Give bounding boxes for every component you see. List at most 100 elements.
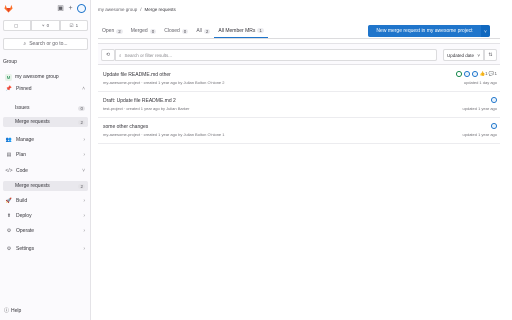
plan-icon: ▤: [6, 152, 12, 158]
search-icon: ⌕: [23, 41, 27, 47]
user-avatar[interactable]: [77, 4, 86, 13]
group-name: my awesome group: [15, 74, 59, 80]
chevron-right-icon: ›: [83, 137, 85, 143]
gitlab-logo-icon[interactable]: [4, 4, 13, 13]
deploy-icon: ⬆: [6, 213, 12, 219]
tab-all-member-mrs[interactable]: All Member MRs 1: [214, 24, 268, 38]
sort-label: Updated date: [447, 52, 475, 58]
sidebar-item-settings[interactable]: ⚙ Settings ›: [3, 244, 88, 254]
sidebar-item-label: Code: [16, 168, 28, 174]
breadcrumb-current[interactable]: Merge requests: [145, 7, 176, 12]
mr-title-link[interactable]: Draft: Update file README.md 2: [103, 98, 176, 104]
sort-direction-icon: ⇅: [488, 52, 493, 58]
filter-placeholder: Search or filter results...: [124, 52, 173, 58]
todos-count: 1: [75, 23, 79, 28]
sidebar-item-pinned-merge-requests[interactable]: Merge requests 2: [3, 117, 88, 127]
tab-label: Open: [102, 28, 115, 34]
filter-search-input[interactable]: ⌕ Search or filter results...: [115, 49, 437, 61]
main-content: my awesome group / Merge requests Open 2…: [92, 0, 512, 320]
sidebar-item-label: Merge requests: [15, 119, 50, 125]
code-icon: </>: [5, 168, 13, 174]
pin-icon: 📌: [5, 86, 13, 92]
chevron-up-icon: ˄: [82, 86, 85, 92]
filter-bar: ⟲ ⌕ Search or filter results... Updated …: [98, 43, 500, 65]
assignee-avatar[interactable]: [491, 97, 497, 103]
pinned-section-toggle[interactable]: 📌 Pinned ˄: [3, 84, 88, 94]
chevron-down-icon: ˅: [82, 168, 85, 174]
merge-requests-count-button[interactable]: ⑂ 0: [31, 20, 60, 31]
sidebar-item-manage[interactable]: 👥 Manage ›: [3, 135, 88, 145]
breadcrumb-separator: /: [140, 7, 142, 12]
operate-icon: ⚙: [6, 228, 12, 234]
sidebar-item-plan[interactable]: ▤ Plan ›: [3, 150, 88, 160]
history-icon: ⟲: [105, 52, 111, 58]
mr-status-icons: 👍1 💬1: [455, 71, 497, 77]
mr-status-icons: [491, 97, 497, 103]
group-link[interactable]: M my awesome group: [3, 72, 88, 82]
tab-label: Closed: [164, 28, 180, 34]
mr-stats: 👍1 💬1: [479, 71, 497, 76]
breadcrumb: my awesome group / Merge requests: [98, 7, 176, 12]
create-new-icon[interactable]: +: [66, 4, 75, 13]
issues-icon: ▢: [14, 22, 19, 28]
tab-all[interactable]: All 2: [192, 24, 214, 38]
new-merge-request-dropdown[interactable]: ˅: [481, 25, 490, 37]
sidebar-toggle-icon[interactable]: ▣: [56, 4, 65, 13]
sidebar-item-operate[interactable]: ⚙ Operate ›: [3, 226, 88, 236]
chevron-right-icon: ›: [83, 198, 85, 204]
sidebar-item-pinned-issues[interactable]: Issues 0: [3, 103, 88, 113]
tab-label: Merged: [130, 28, 148, 34]
merge-request-row[interactable]: Draft: Update file README.md 2 test-proj…: [98, 94, 500, 118]
help-button[interactable]: ⓘ Help: [4, 307, 22, 315]
tab-open[interactable]: Open 2: [98, 24, 127, 38]
sidebar-item-code[interactable]: </> Code ˅: [3, 166, 88, 176]
issues-count-button[interactable]: ▢: [3, 20, 32, 31]
tab-merged[interactable]: Merged 0: [127, 24, 160, 38]
sort-dropdown[interactable]: Updated date ˅: [443, 49, 484, 61]
merge-request-row[interactable]: Update file README.md other my-awesome-p…: [98, 68, 500, 92]
assignee-avatar[interactable]: [491, 123, 497, 129]
group-avatar: M: [5, 73, 12, 81]
merge-request-row[interactable]: some other changes my-awesome-project · …: [98, 120, 500, 144]
tab-count: 2: [116, 28, 123, 34]
count-badge: 2: [78, 119, 85, 125]
help-label: Help: [11, 307, 22, 314]
search-label: Search or go to...: [29, 41, 68, 47]
search-button[interactable]: ⌕ Search or go to...: [3, 38, 88, 50]
assignee-avatar[interactable]: [463, 71, 470, 77]
sidebar-item-code-merge-requests[interactable]: Merge requests 2: [3, 181, 88, 191]
mr-updated: updated 1 day ago: [463, 80, 497, 85]
mr-tabs: Open 2 Merged 0 Closed 0 All 2 All Membe…: [98, 24, 268, 38]
pipeline-status-icon[interactable]: [455, 71, 462, 77]
sort-direction-button[interactable]: ⇅: [484, 49, 497, 61]
chevron-right-icon: ›: [83, 213, 85, 219]
sidebar-item-deploy[interactable]: ⬆ Deploy ›: [3, 211, 88, 221]
chevron-down-icon: ˅: [484, 28, 487, 34]
reviewer-avatar[interactable]: [471, 71, 478, 77]
recent-searches-button[interactable]: ⟲: [101, 49, 115, 61]
tab-label: All: [196, 28, 202, 34]
pinned-label: Pinned: [16, 86, 32, 92]
new-merge-request-button[interactable]: New merge request in my awesome project: [368, 25, 481, 37]
todos-count-button[interactable]: ☑ 1: [59, 20, 88, 31]
sidebar-item-build[interactable]: 🚀 Build ›: [3, 196, 88, 206]
tab-count: 2: [203, 28, 211, 34]
count-badge: 2: [78, 183, 85, 189]
user-counts: ▢ ⑂ 0 ☑ 1: [3, 20, 88, 31]
chevron-right-icon: ›: [83, 246, 85, 252]
mr-title-link[interactable]: some other changes: [103, 124, 148, 130]
chevron-right-icon: ›: [83, 152, 85, 158]
tab-count: 0: [181, 28, 189, 34]
count-badge: 0: [78, 105, 85, 111]
tab-label: All Member MRs: [218, 27, 256, 34]
mr-title-link[interactable]: Update file README.md other: [103, 72, 171, 78]
users-icon: 👥: [5, 137, 13, 143]
settings-icon: ⚙: [6, 246, 12, 252]
mr-meta: test-project · created 1 year ago by Jul…: [103, 106, 190, 111]
tab-closed[interactable]: Closed 0: [160, 24, 192, 38]
tabs-divider: [98, 38, 500, 39]
context-header: Group: [3, 59, 17, 65]
sidebar: ▣ + ▢ ⑂ 0 ☑ 1 ⌕ Search or go to... Group…: [0, 0, 91, 320]
chevron-right-icon: ›: [83, 228, 85, 234]
breadcrumb-parent[interactable]: my awesome group: [98, 7, 137, 12]
